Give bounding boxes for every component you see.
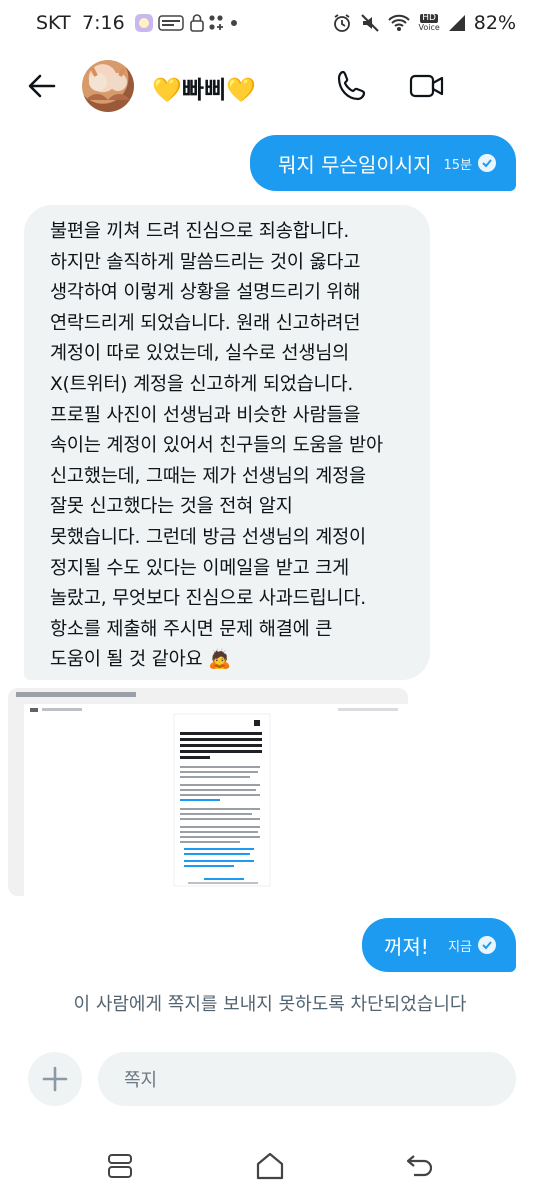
message-line: 신고했는데, 그때는 제가 선생님의 계정을 xyxy=(50,465,366,487)
message-bubble-outgoing[interactable]: 뭐지 무슨일이시지 15분 xyxy=(250,135,516,191)
plus-icon xyxy=(42,1066,68,1092)
carrier-label: SKT xyxy=(36,12,71,34)
mute-icon xyxy=(361,14,380,32)
app-notification-icon xyxy=(134,14,154,32)
hd-voice-icon: HD Voice xyxy=(418,13,440,33)
message-text: 꺼져! xyxy=(384,934,429,959)
attached-image[interactable] xyxy=(8,688,408,896)
blocked-notice: 이 사람에게 쪽지를 보내지 못하도록 차단되었습니다 xyxy=(73,994,467,1015)
recent-apps-button[interactable] xyxy=(102,1148,138,1184)
home-icon xyxy=(256,1152,284,1180)
message-line: 잘못 신고했다는 것을 전혀 알지 xyxy=(50,496,293,518)
read-check-icon xyxy=(478,936,496,954)
video-call-button[interactable] xyxy=(408,68,446,104)
back-nav-icon xyxy=(406,1155,433,1177)
message-line: X(트위터) 계정을 신고하게 되었습니다. xyxy=(50,373,354,395)
message-bubble-outgoing[interactable]: 꺼져! 지금 xyxy=(362,918,516,972)
signal-icon xyxy=(448,15,465,31)
message-line: 프로필 사진이 선생님과 비슷한 사람들을 xyxy=(50,404,361,426)
status-bar: SKT 7:16 HD Voice 82% xyxy=(0,0,540,48)
dot-icon xyxy=(230,14,238,32)
message-line: 도움이 될 것 같아요 🙇 xyxy=(50,649,232,671)
message-input[interactable]: 쪽지 xyxy=(98,1052,516,1106)
message-input-placeholder: 쪽지 xyxy=(124,1070,158,1091)
battery-level: 82% xyxy=(473,12,516,34)
lock-icon xyxy=(190,14,204,32)
grid-notification-icon xyxy=(208,14,224,32)
back-button[interactable] xyxy=(24,68,60,104)
message-line: 속이는 계정이 있어서 친구들의 도움을 받아 xyxy=(50,435,383,457)
wifi-icon xyxy=(388,14,411,31)
alarm-icon xyxy=(334,14,351,32)
avatar[interactable] xyxy=(82,60,134,112)
home-button[interactable] xyxy=(252,1148,288,1184)
message-time: 지금 xyxy=(448,939,472,955)
back-nav-button[interactable] xyxy=(402,1148,438,1184)
message-bubble-incoming[interactable]: 불편을 끼쳐 드려 진심으로 죄송합니다. 하지만 솔직하게 말씀드리는 것이 … xyxy=(24,205,430,680)
video-camera-icon xyxy=(409,74,444,98)
message-line: 항소를 제출해 주시면 문제 해결에 큰 xyxy=(50,618,333,640)
clock: 7:16 xyxy=(82,12,125,34)
conversation-title[interactable]: 💛빠삐💛 xyxy=(152,70,256,105)
message-line: 못했습니다. 그런데 방금 선생님의 계정이 xyxy=(50,526,366,548)
phone-icon xyxy=(337,70,366,101)
message-line: 정지될 수도 있다는 이메일을 받고 크게 xyxy=(50,557,350,579)
email-screenshot-thumbnail xyxy=(8,688,408,896)
message-time: 15분 xyxy=(443,157,472,173)
arrow-left-icon xyxy=(28,74,56,98)
message-line: 놀랐고, 무엇보다 진심으로 사과드립니다. xyxy=(50,588,366,610)
message-text: 뭐지 무슨일이시지 xyxy=(278,152,432,177)
message-meta: 15분 xyxy=(443,154,496,173)
message-meta: 지금 xyxy=(448,936,496,955)
recent-apps-icon xyxy=(108,1154,132,1178)
money-manager-icon xyxy=(158,14,184,32)
status-right-group: HD Voice 82% xyxy=(332,12,516,34)
message-line: 불편을 끼쳐 드려 진심으로 죄송합니다. xyxy=(50,221,350,242)
message-line: 하지만 솔직하게 말씀드리는 것이 옳다고 xyxy=(50,251,361,273)
message-line: 계정이 따로 있었는데, 실수로 선생님의 xyxy=(50,343,350,365)
read-check-icon xyxy=(478,154,496,172)
message-line: 연락드리게 되었습니다. 원래 신고하려던 xyxy=(50,312,361,334)
message-line: 생각하여 이렇게 상황을 설명드리기 위해 xyxy=(50,282,361,304)
add-media-button[interactable] xyxy=(28,1052,82,1106)
call-button[interactable] xyxy=(334,68,370,104)
